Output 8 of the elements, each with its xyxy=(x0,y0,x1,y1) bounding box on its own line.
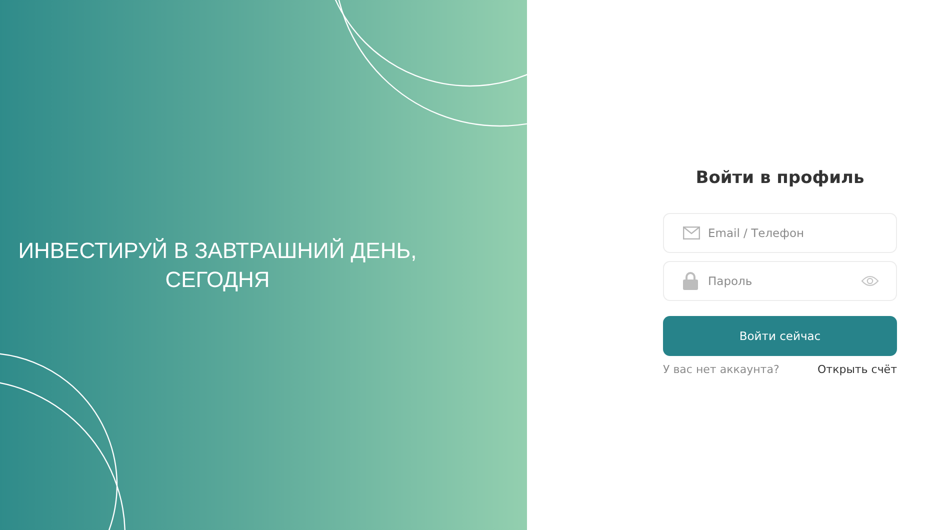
login-button[interactable]: Войти сейчас xyxy=(663,316,897,356)
signup-prompt: У вас нет аккаунта? xyxy=(663,363,780,376)
open-account-link[interactable]: Открыть счёт xyxy=(818,363,897,376)
login-title: Войти в профиль xyxy=(694,168,866,188)
password-field[interactable]: Пароль xyxy=(663,261,897,301)
headline: ИНВЕСТИРУЙ В ЗАВТРАШНИЙ ДЕНЬ, СЕГОДНЯ xyxy=(18,237,417,294)
eye-icon[interactable] xyxy=(861,275,879,287)
email-field[interactable]: Email / Телефон xyxy=(663,213,897,253)
